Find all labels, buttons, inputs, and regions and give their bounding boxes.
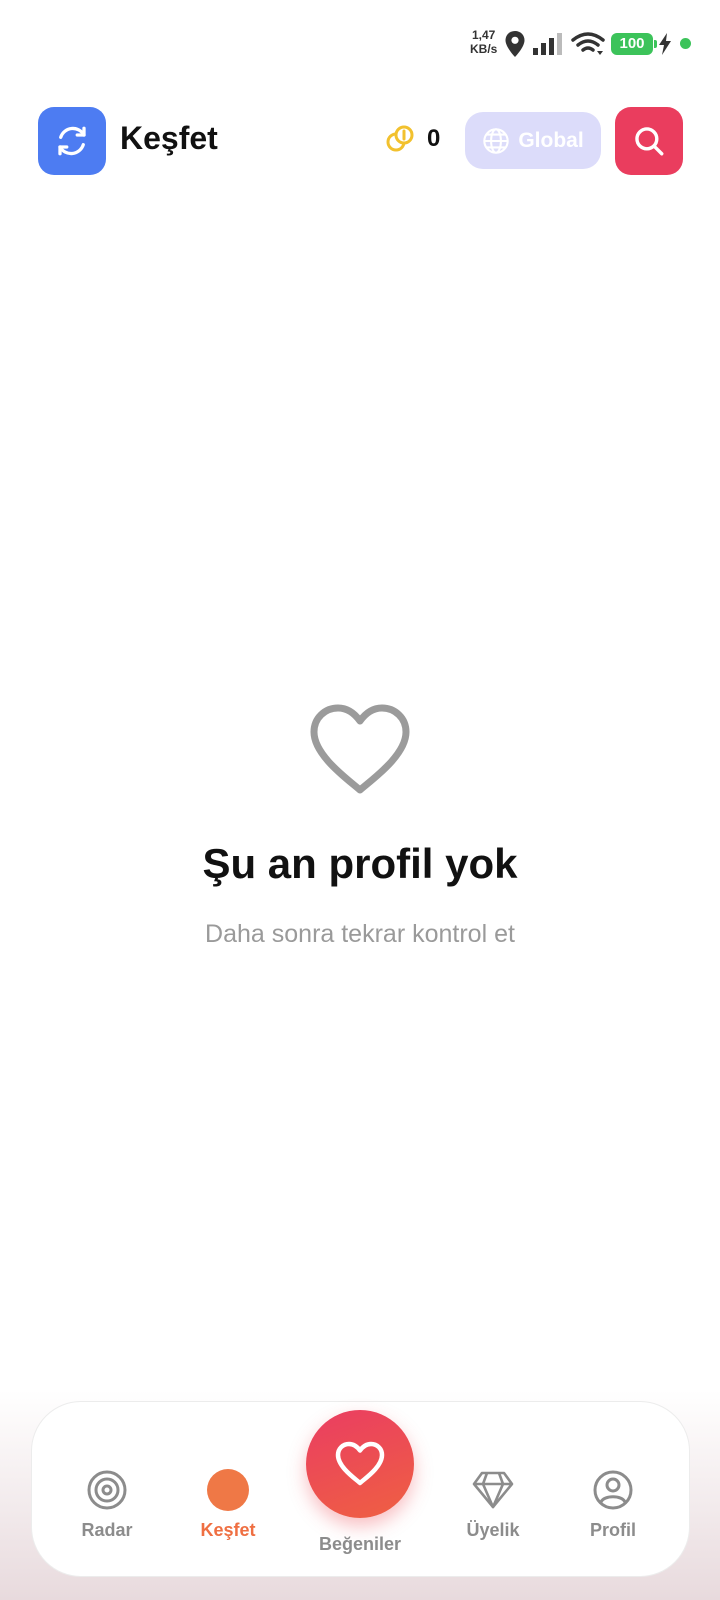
refresh-icon [58,126,86,156]
empty-state-subtitle: Daha sonra tekrar kontrol et [205,920,515,948]
nav-item-kesfet[interactable]: Keşfet [178,1466,278,1541]
nav-item-uyelik[interactable]: Üyelik [443,1466,543,1541]
discover-dot-icon [207,1469,249,1511]
page-title: Keşfet [120,120,218,156]
region-button[interactable]: Global [465,112,601,169]
coins-icon [386,125,414,152]
heart-icon [335,1441,385,1486]
wifi-icon [571,32,605,55]
coin-count: 0 [427,125,441,152]
search-button[interactable] [615,107,683,175]
nav-label-uyelik: Üyelik [466,1520,520,1540]
status-bar: 1,47 KB/s 100 [0,0,720,80]
nav-item-radar[interactable]: Radar [57,1466,157,1541]
globe-icon [483,127,510,154]
nav-label-radar: Radar [81,1520,133,1540]
search-icon [635,127,664,156]
diamond-icon [472,1471,514,1509]
radar-icon [87,1470,127,1510]
heart-outline-icon [310,704,410,794]
nav-label-profil: Profil [589,1520,636,1540]
refresh-button[interactable] [38,107,106,175]
region-label: Global [518,128,584,152]
coin-balance[interactable]: 0 [385,124,440,154]
location-icon [505,31,525,57]
network-speed: 1,47 KB/s [470,28,497,56]
network-speed-value: 1,47 [471,28,496,42]
nav-label-kesfet: Keşfet [200,1520,256,1540]
nav-item-profil[interactable]: Profil [563,1466,663,1541]
charging-icon [659,33,671,55]
nav-label-begeniler[interactable]: Beğeniler [300,1534,420,1555]
battery-indicator: 100 [611,33,657,55]
user-icon [593,1470,633,1510]
empty-state-title: Şu an profil yok [202,840,518,887]
privacy-dot-icon [680,38,691,49]
likes-fab-button[interactable] [306,1410,414,1518]
signal-icon [533,33,562,55]
network-speed-unit: KB/s [470,42,498,56]
